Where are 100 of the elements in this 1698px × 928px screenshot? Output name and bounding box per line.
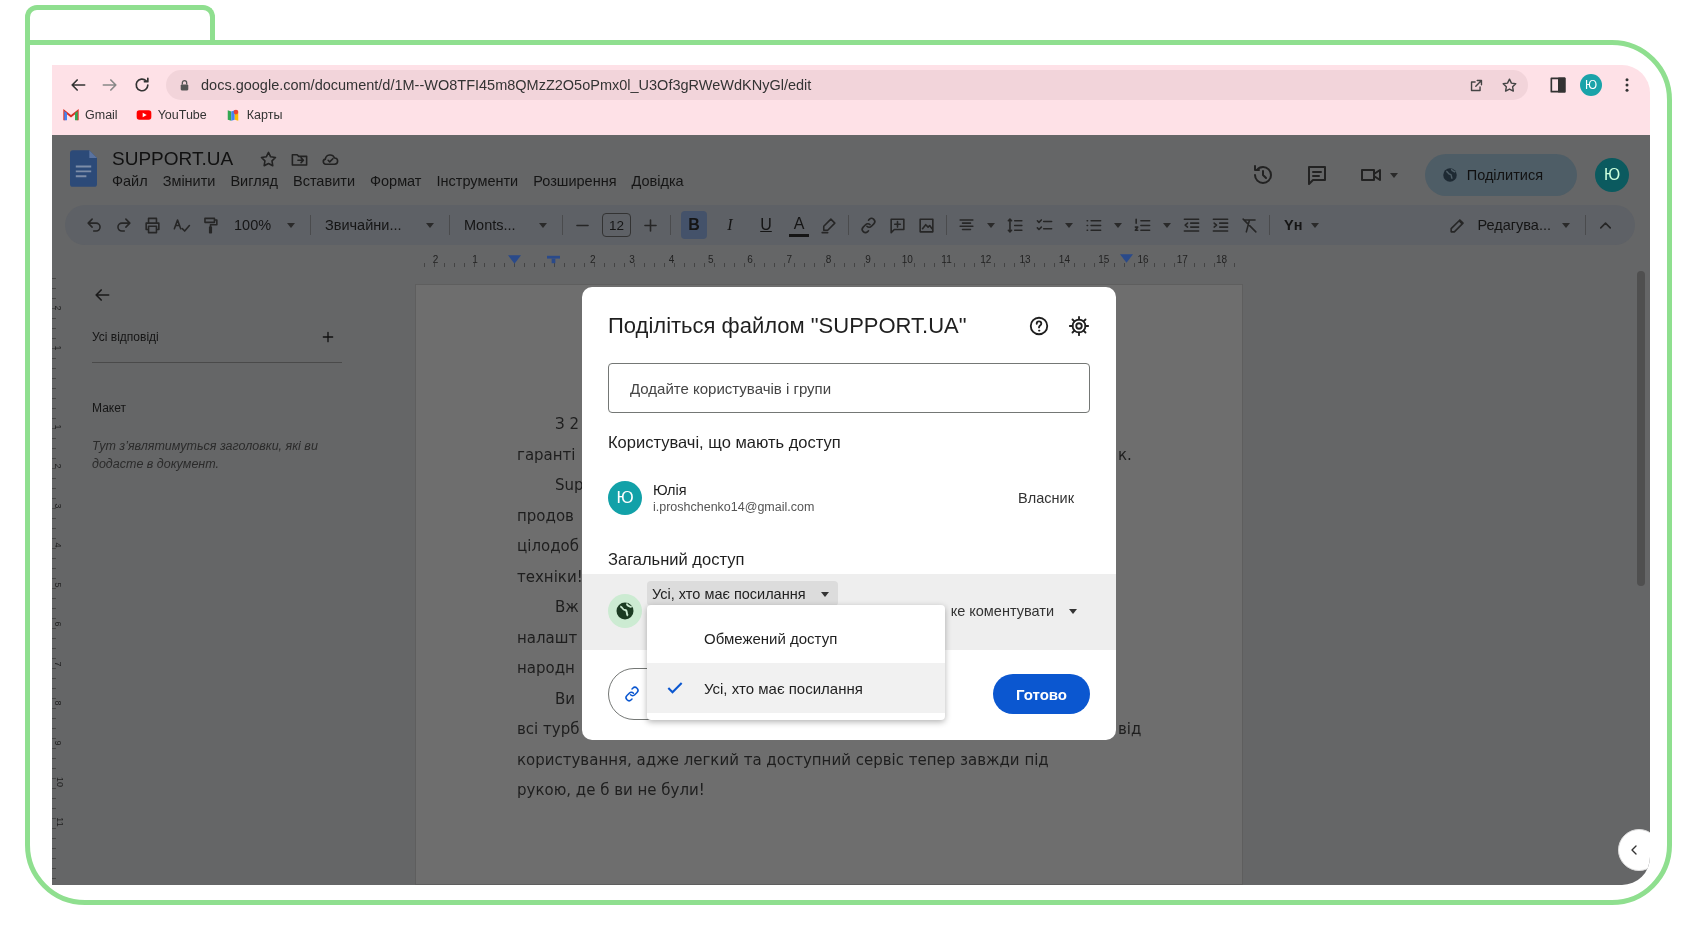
underline-button[interactable]: U [753,211,779,239]
play-icon [135,108,152,122]
document-text: гаранті [517,445,576,464]
menu-item[interactable]: Довідка [631,173,684,189]
highlighter-icon[interactable] [819,215,838,235]
ruler-number: 7 [52,661,63,666]
text-color-button[interactable]: A [789,213,809,237]
ruler-number: 1 [472,253,478,265]
ruler-number: 2 [590,253,596,265]
settings-icon[interactable] [1068,315,1090,337]
zoom-select[interactable]: 100% [230,217,300,233]
ruler-number: 10 [901,253,913,265]
share-button[interactable]: Поділитися [1424,154,1577,196]
style-select[interactable]: Звичайни... [321,217,439,233]
bookmark[interactable]: YouTube [135,108,207,122]
ruler-number: 15 [1098,253,1110,265]
document-text: рукою, де б ви не були! [517,781,705,800]
outline-heading: Макет [92,401,126,415]
caret-icon[interactable] [1113,220,1123,230]
link-icon[interactable] [859,215,878,235]
ruler-number: 1 [52,424,63,429]
caret-icon [1068,606,1078,616]
user-name: Юлія [653,482,688,498]
bookmark[interactable]: Gmail [63,108,118,122]
profile-avatar[interactable]: Ю [1580,74,1602,96]
menu-item[interactable]: Розширення [533,173,617,189]
indent-marker-icon[interactable] [1120,254,1133,263]
caret-icon[interactable] [1388,170,1399,180]
address-bar[interactable]: docs.google.com/document/d/1M--WO8TFI45m8QMzZ2O5oPmx0l_U3Of3gRWeWdKNyGl/edit [166,70,1528,100]
paint-roller-icon[interactable] [201,215,220,235]
ruler-number: 2 [432,253,439,265]
side-panel-icon[interactable] [1548,75,1568,95]
menu-option[interactable]: Усі, хто має посилання [647,663,945,713]
indent-marker-icon[interactable] [507,254,521,264]
document-text: продов [517,506,574,525]
font-size-field[interactable]: 12 [602,213,631,237]
redo-icon[interactable] [114,215,133,235]
outline-hint: Тут з’являтимуться заголовки, які ви додасте в документ. [92,438,319,473]
ruler-number: 14 [1058,253,1070,265]
document-text: З 2 [554,415,579,434]
mail-icon [63,108,79,122]
star-icon[interactable] [259,149,279,169]
access-select[interactable]: Усі, хто має посилання [647,581,838,606]
globe-icon [1440,166,1459,184]
star-icon[interactable] [1501,76,1518,94]
bookmark[interactable]: Карты [224,108,283,122]
ruler-number: 4 [52,542,63,548]
menu-item[interactable]: Вставити [292,173,355,189]
image-icon[interactable] [917,215,936,235]
menu-item[interactable]: Формат [370,173,422,189]
document-text: техніки! [517,567,583,586]
ruler-number: 2 [52,305,63,311]
caret-icon[interactable] [986,220,996,230]
clear-formatting-icon[interactable] [1240,215,1259,235]
undo-icon[interactable] [85,215,104,235]
ruler-number: 3 [52,503,63,508]
ruler-number: 2 [52,463,63,469]
done-button[interactable]: Готово [993,674,1090,714]
scrollbar[interactable] [1637,271,1645,586]
input-tools-button[interactable]: Yн [1280,217,1325,233]
decrease-indent-icon[interactable] [1182,215,1201,235]
print-icon[interactable] [143,215,162,235]
menu-item[interactable]: Файл [112,173,148,189]
role-select[interactable]: ке коментувати [950,599,1078,623]
ruler-number: 5 [707,253,714,265]
menu-item[interactable]: Змінити [162,173,216,189]
document-text: народн [517,659,575,678]
document-text: налашт [517,628,578,647]
mode-select[interactable]: Редагува... [1444,215,1575,235]
reload-icon[interactable] [132,75,152,95]
role-label: Власник [1018,490,1074,506]
add-people-field[interactable]: Додайте користувачів і групи [608,363,1090,413]
comments-label[interactable]: Усі відповіді [92,330,159,344]
increase-indent-icon[interactable] [1211,215,1230,235]
ruler-number: 13 [1019,253,1031,265]
tab-marker-icon[interactable] [547,254,561,264]
italic-button[interactable]: I [717,211,743,239]
caret-icon [425,220,435,230]
menu-item[interactable]: Інструменти [436,173,519,189]
link-icon [623,685,641,703]
ruler-number: 7 [786,253,793,265]
help-icon[interactable] [1028,315,1050,337]
user-avatar: Ю [608,481,642,515]
docs-logo-icon[interactable] [70,150,97,187]
caret-icon[interactable] [1162,220,1172,230]
ruler-number: 16 [1137,253,1149,265]
menu-item[interactable]: Вигляд [230,173,278,189]
document-title[interactable]: SUPPORT.UA [112,148,234,170]
globe-icon [608,594,642,628]
caret-icon [286,220,296,230]
section-heading: Загальний доступ [608,550,746,570]
user-avatar[interactable]: Ю [1595,158,1629,192]
plus-icon[interactable] [320,329,336,345]
ruler-number: 9 [52,740,63,745]
bold-button[interactable]: B [681,211,707,239]
add-comment-icon[interactable] [888,215,907,235]
caret-icon[interactable] [1064,220,1074,230]
menu-option[interactable]: Обмежений доступ [647,613,945,663]
font-select[interactable]: Monts... [460,217,552,233]
ruler-number: 3 [629,253,635,265]
